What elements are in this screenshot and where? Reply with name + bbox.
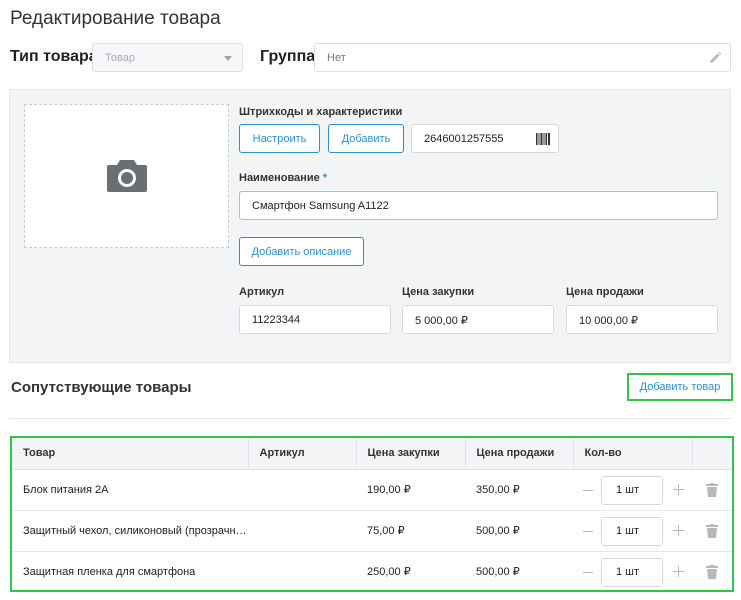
purchase-price-label: Цена закупки	[402, 286, 475, 298]
group-input[interactable]: Нет	[314, 43, 731, 72]
row-actions	[692, 551, 732, 592]
name-label: Наименование *	[239, 172, 327, 184]
row-name: Блок питания 2А	[12, 469, 248, 511]
column-header-purchase[interactable]: Цена закупки	[356, 438, 466, 470]
camera-icon	[107, 160, 147, 192]
type-select-value: Товар	[105, 52, 135, 64]
row-purchase: 190,00 ₽	[356, 469, 465, 511]
column-header-product[interactable]: Товар	[12, 438, 249, 470]
column-header-qty[interactable]: Кол-во	[573, 438, 693, 470]
group-input-value: Нет	[327, 52, 346, 64]
related-table: Товар Артикул Цена закупки Цена продажи …	[10, 436, 734, 592]
related-title: Сопутствующие товары	[11, 379, 192, 396]
column-header-sku[interactable]: Артикул	[248, 438, 357, 470]
product-panel: Штрихкоды и характеристики Настроить Доб…	[9, 89, 731, 363]
trash-icon[interactable]	[706, 523, 718, 538]
photo-upload[interactable]	[24, 104, 229, 248]
type-select[interactable]: Товар	[92, 43, 243, 72]
chevron-down-icon	[224, 56, 232, 61]
barcode-field[interactable]: 2646001257555	[411, 124, 559, 153]
purchase-price-value: 5 000,00 ₽	[415, 315, 468, 327]
qty-input[interactable]: 1 шт	[601, 557, 663, 587]
row-actions	[692, 510, 732, 552]
qty-stepper: 1 шт	[573, 469, 692, 511]
sale-price-label: Цена продажи	[566, 286, 644, 298]
row-name: Защитный чехол, силиконовый (прозрачный)	[12, 510, 248, 552]
row-sku	[248, 469, 356, 511]
qty-input[interactable]: 1 шт	[601, 516, 663, 546]
plus-icon[interactable]	[673, 483, 684, 495]
plus-icon[interactable]	[673, 565, 684, 577]
minus-icon[interactable]	[583, 571, 593, 573]
group-label: Группа	[260, 48, 316, 65]
table-row: Защитная пленка для смартфона 250,00 ₽ 5…	[12, 551, 732, 592]
type-label: Тип товара	[10, 48, 98, 65]
purchase-price-field[interactable]: 5 000,00 ₽	[402, 305, 554, 334]
table-row: Блок питания 2А 190,00 ₽ 350,00 ₽ 1 шт	[12, 469, 732, 511]
trash-icon[interactable]	[706, 482, 718, 497]
row-sale: 500,00 ₽	[476, 566, 520, 579]
row-purchase: 75,00 ₽	[356, 510, 465, 552]
name-label-text: Наименование	[239, 172, 320, 184]
column-header-actions	[692, 438, 732, 470]
configure-button[interactable]: Настроить	[239, 124, 320, 153]
qty-stepper: 1 шт	[573, 551, 692, 592]
plus-icon[interactable]	[673, 524, 684, 536]
minus-icon[interactable]	[583, 489, 593, 491]
row-name: Защитная пленка для смартфона	[23, 565, 196, 578]
add-description-button[interactable]: Добавить описание	[239, 237, 364, 266]
row-sale: 500,00 ₽	[465, 510, 573, 552]
row-sale: 350,00 ₽	[465, 469, 573, 511]
sale-price-value: 10 000,00 ₽	[579, 315, 638, 327]
pencil-icon[interactable]	[708, 51, 722, 65]
add-barcode-button[interactable]: Добавить	[328, 124, 404, 153]
barcode-icon	[536, 133, 550, 145]
table-header: Товар Артикул Цена закупки Цена продажи …	[12, 438, 732, 470]
sku-value: 11223344	[252, 314, 301, 326]
name-field[interactable]: Смартфон Samsung A1122	[239, 191, 718, 220]
add-related-button[interactable]: Добавить товар	[627, 373, 733, 401]
table-row: Защитный чехол, силиконовый (прозрачный)…	[12, 510, 732, 552]
row-sku	[248, 551, 356, 592]
trash-icon[interactable]	[706, 564, 718, 579]
minus-icon[interactable]	[583, 530, 593, 532]
page-title: Редактирование товара	[10, 8, 221, 29]
qty-stepper: 1 шт	[573, 510, 692, 552]
qty-input[interactable]: 1 шт	[601, 475, 663, 505]
row-sku	[248, 510, 356, 552]
row-purchase: 250,00 ₽	[367, 566, 411, 579]
divider	[10, 418, 731, 419]
sku-field[interactable]: 11223344	[239, 305, 391, 334]
row-actions	[692, 469, 732, 511]
sku-label: Артикул	[239, 286, 285, 298]
name-value: Смартфон Samsung A1122	[252, 200, 389, 212]
column-header-sale[interactable]: Цена продажи	[465, 438, 574, 470]
required-mark: *	[322, 172, 328, 184]
barcodes-label: Штрихкоды и характеристики	[239, 106, 403, 118]
sale-price-field[interactable]: 10 000,00 ₽	[566, 305, 718, 334]
barcode-value: 2646001257555	[424, 133, 504, 145]
